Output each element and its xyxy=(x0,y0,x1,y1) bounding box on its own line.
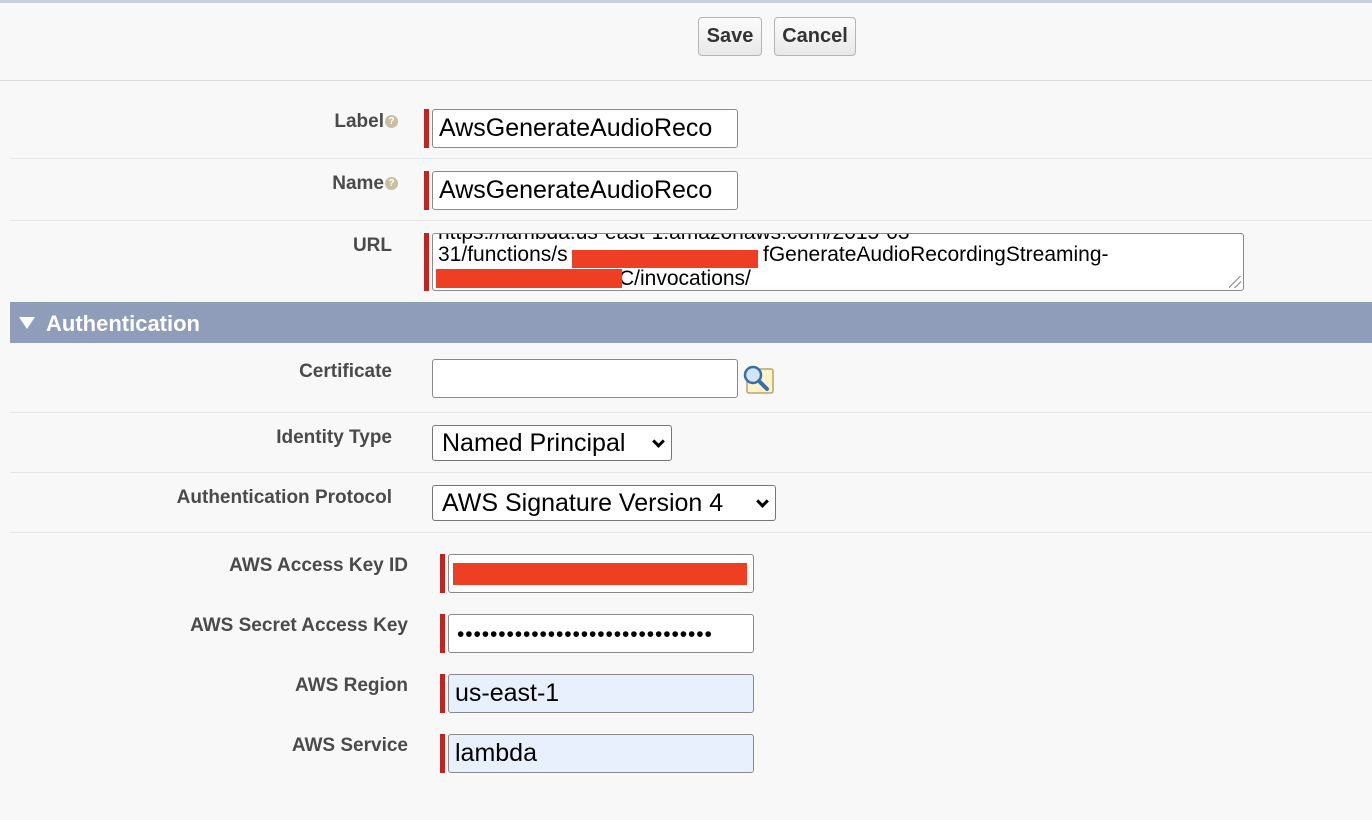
identity-type-select[interactable]: Named Principal xyxy=(432,425,672,461)
aws-service-input[interactable] xyxy=(448,734,754,773)
masked-secret: ••••••••••••••••••••••••••••••• xyxy=(457,623,713,646)
authentication-protocol-value: AWS Signature Version 4 xyxy=(442,489,724,517)
row-divider xyxy=(10,532,1372,533)
required-indicator xyxy=(440,674,445,713)
aws-access-key-id-input[interactable] xyxy=(448,554,754,593)
identity-type-value: Named Principal xyxy=(442,429,626,457)
name-field-label: Name? xyxy=(332,173,398,195)
certificate-input[interactable] xyxy=(432,359,738,398)
redaction-block xyxy=(572,250,758,268)
url-textarea[interactable]: https://lambda.us-east-1.amazonaws.com/2… xyxy=(432,233,1244,291)
required-indicator xyxy=(440,614,445,653)
save-button[interactable]: Save xyxy=(698,17,762,56)
aws-access-key-id-label: AWS Access Key ID xyxy=(229,555,408,576)
name-input[interactable] xyxy=(432,171,738,210)
identity-type-label: Identity Type xyxy=(276,427,392,448)
aws-region-label: AWS Region xyxy=(295,675,408,696)
redaction-block xyxy=(453,563,747,585)
aws-secret-access-key-input[interactable]: ••••••••••••••••••••••••••••••• xyxy=(448,614,754,653)
authentication-protocol-select[interactable]: AWS Signature Version 4 xyxy=(432,485,776,521)
cancel-button[interactable]: Cancel xyxy=(774,17,856,56)
collapse-triangle-icon[interactable] xyxy=(19,317,35,329)
lookup-magnifier-icon[interactable] xyxy=(741,363,775,395)
required-indicator xyxy=(424,171,429,210)
chevron-down-icon xyxy=(756,495,769,508)
authentication-section-header[interactable]: Authentication xyxy=(10,302,1372,343)
redaction-block xyxy=(436,269,622,288)
help-icon[interactable]: ? xyxy=(385,115,398,129)
chevron-down-icon xyxy=(652,435,665,448)
required-indicator xyxy=(440,554,445,593)
authentication-protocol-label: Authentication Protocol xyxy=(176,487,392,508)
aws-region-input[interactable] xyxy=(448,674,754,713)
resize-handle[interactable] xyxy=(1229,276,1241,288)
label-input[interactable] xyxy=(432,109,738,148)
row-divider xyxy=(10,472,1372,473)
help-icon[interactable]: ? xyxy=(385,177,398,191)
section-title: Authentication xyxy=(46,311,200,336)
url-line-3-end: C/invocations/ xyxy=(619,267,751,290)
url-field-label: URL xyxy=(352,235,392,256)
label-field-label: Label? xyxy=(334,111,398,133)
aws-secret-access-key-label: AWS Secret Access Key xyxy=(190,615,408,636)
required-indicator xyxy=(424,109,429,148)
header-divider xyxy=(0,80,1372,81)
row-divider xyxy=(10,220,1372,221)
required-indicator xyxy=(424,233,429,291)
url-line-2-start: 31/functions/s xyxy=(438,243,568,266)
certificate-label: Certificate xyxy=(299,361,392,382)
aws-service-label: AWS Service xyxy=(291,735,408,756)
row-divider xyxy=(10,158,1372,159)
row-divider xyxy=(10,412,1372,413)
url-line-2-end: fGenerateAudioRecordingStreaming- xyxy=(763,243,1109,266)
required-indicator xyxy=(440,734,445,773)
top-border xyxy=(0,0,1372,3)
